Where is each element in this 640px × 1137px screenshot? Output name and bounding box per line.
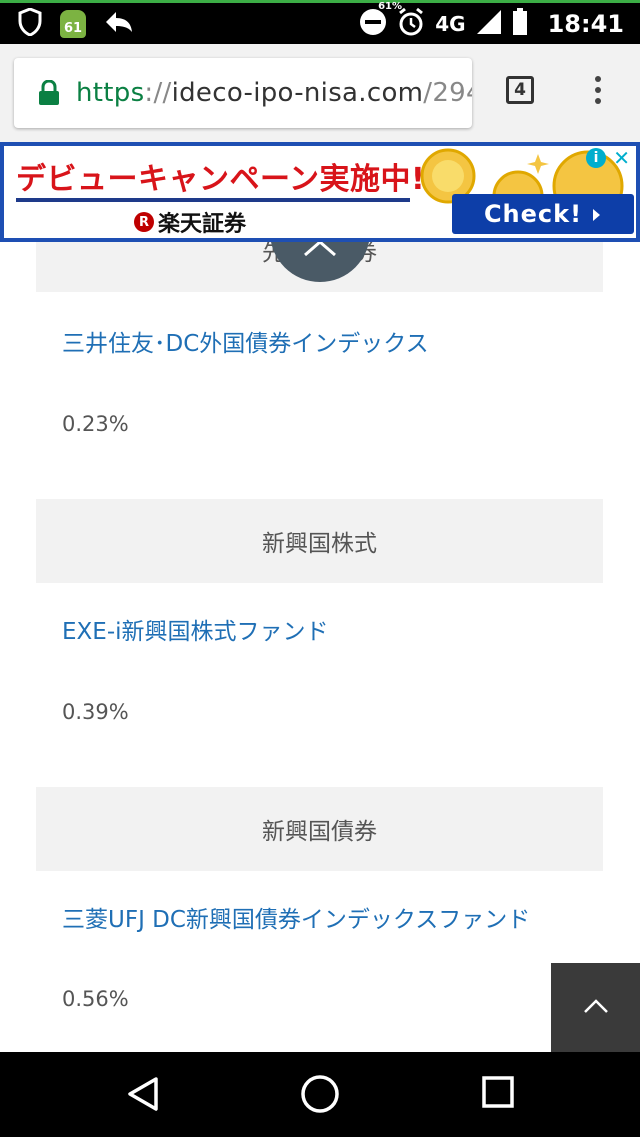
fund-list: 先進国債券 三井住友･DC外国債券インデックス 0.23% 新興国株式 EXE-… (0, 242, 640, 1052)
ad-headline: デビューキャンペーン実施中! (16, 162, 426, 197)
scroll-to-top-button[interactable] (551, 963, 640, 1052)
chevron-right-icon (592, 200, 602, 228)
fund-link[interactable]: 三菱UFJ DC新興国債券インデックスファンド (62, 900, 530, 934)
rakuten-logo-icon: R (134, 212, 154, 232)
clock: 18:41 (547, 10, 624, 38)
recents-icon[interactable] (482, 1076, 514, 1112)
fee-value: 0.56% (62, 987, 129, 1011)
tab-switcher-button[interactable]: 4 (506, 76, 534, 104)
ad-divider (16, 198, 410, 202)
android-update-icon: 61 (60, 10, 86, 38)
fund-link[interactable]: EXE-i新興国株式ファンド (62, 612, 329, 646)
chevron-up-icon (303, 242, 337, 261)
browser-toolbar: https://ideco-ipo-nisa.com/294 4 (0, 44, 640, 142)
ad-brand: R 楽天証券 (134, 206, 246, 238)
status-bar: 61 61% 4G 18:41 (0, 0, 640, 44)
fund-link[interactable]: 三井住友･DC外国債券インデックス (62, 324, 429, 358)
url-bar[interactable]: https://ideco-ipo-nisa.com/294 (14, 58, 472, 128)
reply-icon (104, 10, 134, 38)
do-not-disturb-icon (359, 8, 387, 40)
fee-value: 0.39% (62, 700, 129, 724)
overflow-menu-icon[interactable] (594, 76, 602, 106)
category-header: 新興国株式 (36, 499, 603, 583)
url-text: https://ideco-ipo-nisa.com/294 (76, 78, 472, 108)
category-header: 新興国債券 (36, 787, 603, 871)
navigation-bar (0, 1052, 640, 1137)
ad-check-button[interactable]: Check! (452, 194, 634, 234)
back-icon[interactable] (126, 1076, 160, 1116)
alarm-icon (397, 7, 425, 41)
fee-value: 0.23% (62, 412, 129, 436)
ad-banner[interactable]: デビューキャンペーン実施中! R 楽天証券 Check! i ✕ (0, 142, 640, 242)
network-type: 4G (435, 12, 466, 36)
home-icon[interactable] (300, 1074, 340, 1118)
shield-icon (18, 7, 42, 40)
lock-icon (38, 80, 60, 106)
ad-info-icon[interactable]: i (586, 148, 606, 168)
ad-close-icon[interactable]: ✕ (613, 146, 630, 170)
battery-icon (512, 8, 528, 40)
chevron-up-icon (583, 998, 609, 1018)
signal-icon (476, 9, 502, 39)
